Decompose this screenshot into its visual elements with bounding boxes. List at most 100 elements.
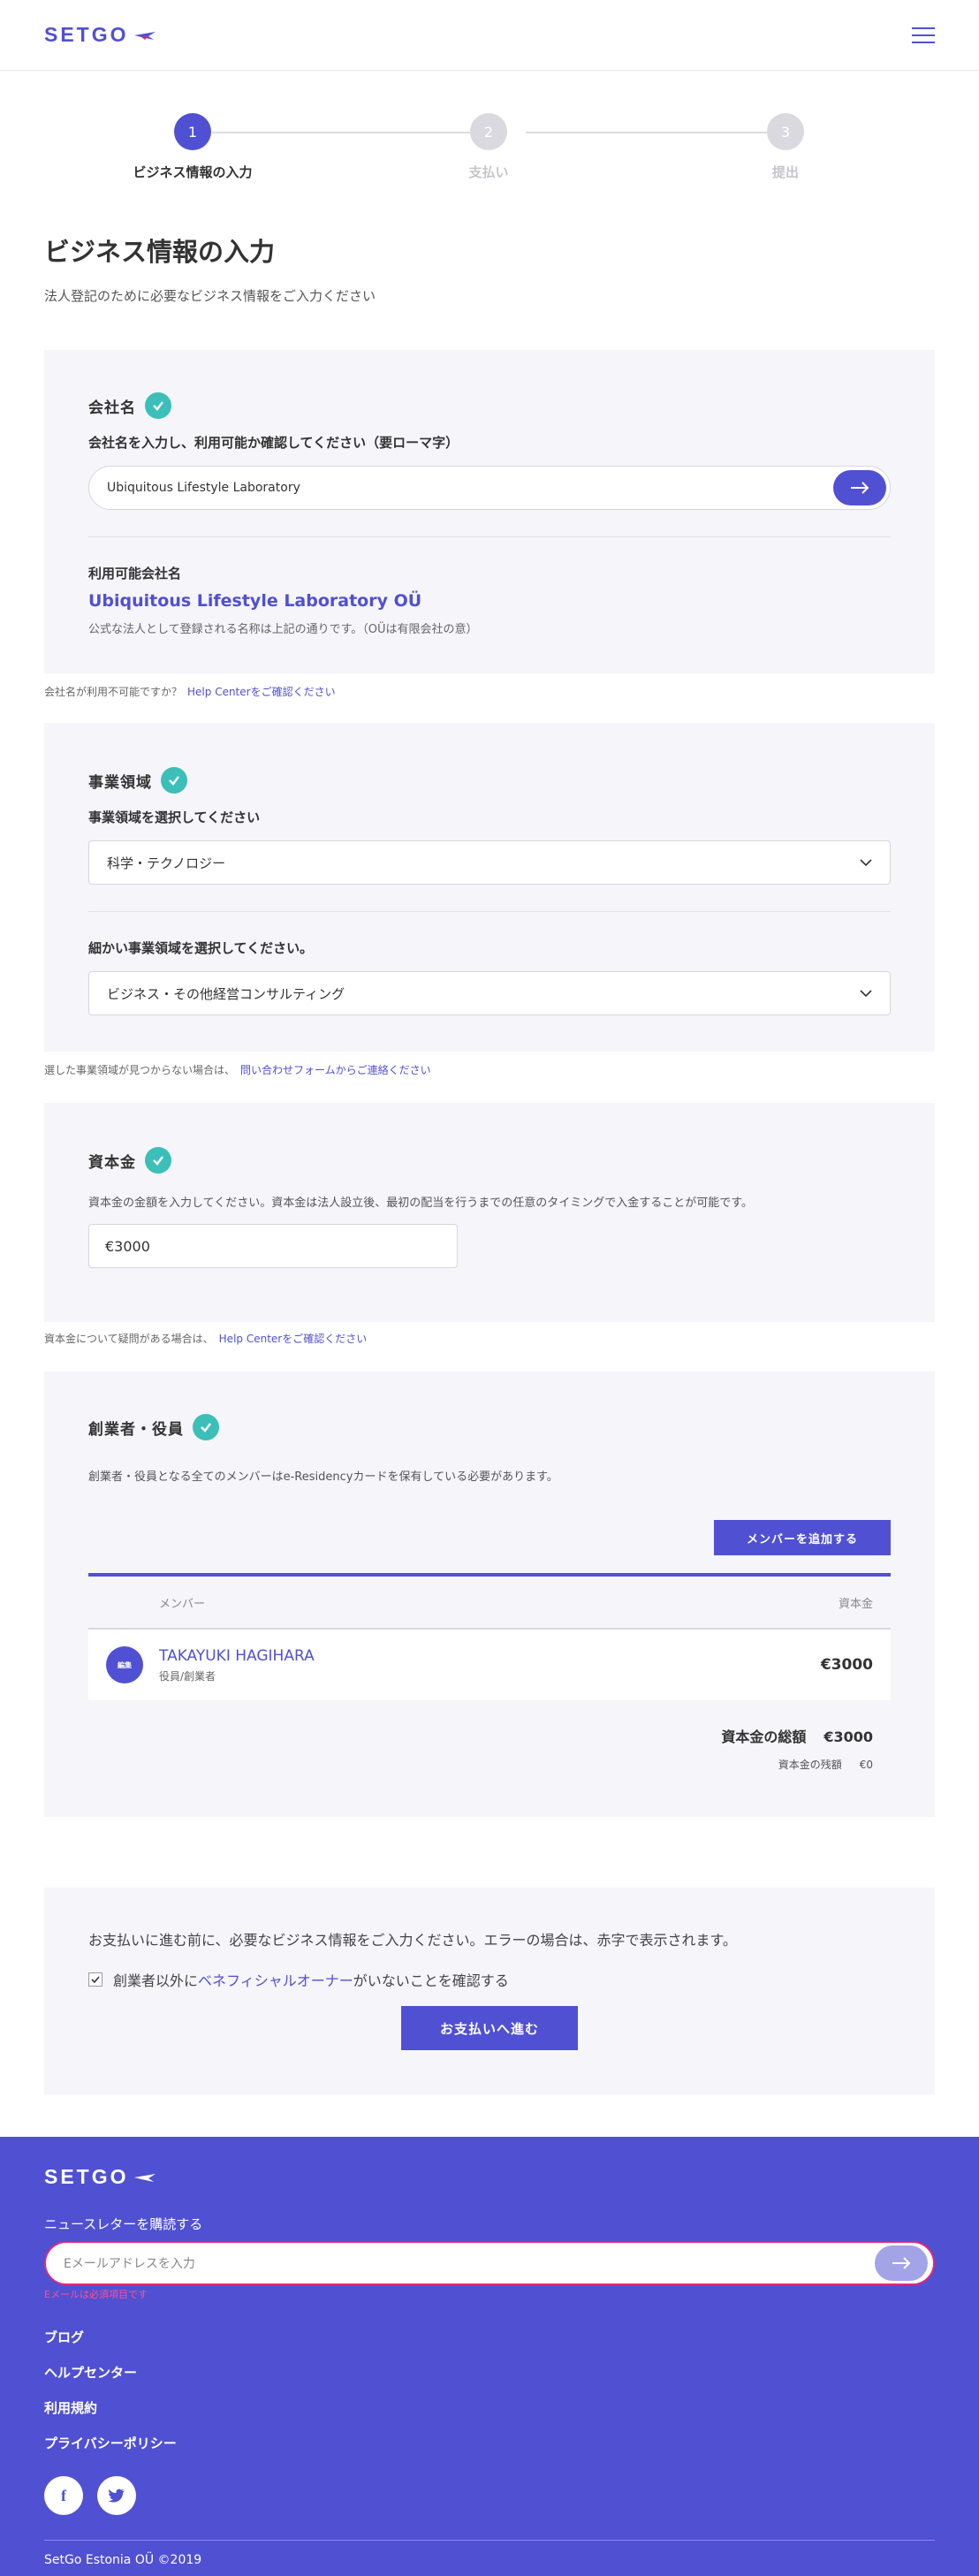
company-name-label: 会社名を入力し、利用可能か確認してください（要ローマ字） bbox=[88, 435, 459, 451]
table-header: メンバー 資本金 bbox=[88, 1577, 891, 1630]
capital-description: 資本金の金額を入力してください。資本金は法人設立後、最初の配当を行うまでの任意の… bbox=[88, 1197, 753, 1210]
arrow-right-icon bbox=[892, 2257, 911, 2269]
footer-link-blog[interactable]: ブログ bbox=[44, 2328, 84, 2346]
checkmark-icon bbox=[145, 392, 171, 419]
checkmark-icon bbox=[91, 1976, 100, 1984]
beneficial-owner-link[interactable]: ベネフィシャルオーナー bbox=[198, 1972, 353, 1989]
copyright: SetGo Estonia OÜ ©2019 bbox=[44, 2553, 202, 2567]
progress-steps: 1 ビジネス情報の入力 2 支払い 3 提出 bbox=[44, 71, 935, 186]
remaining-capital-label: 資本金の残額 bbox=[778, 1759, 842, 1771]
arrow-right-icon bbox=[851, 482, 869, 494]
contact-form-link[interactable]: 問い合わせフォームからご連絡ください bbox=[240, 1064, 431, 1076]
sub-business-field-select[interactable]: ビジネス・その他経営コンサルティング bbox=[88, 971, 891, 1015]
step-3: 3 提出 bbox=[688, 113, 883, 181]
confirm-text: お支払いに進む前に、必要なビジネス情報をご入力ください。エラーの場合は、赤字で表… bbox=[88, 1932, 737, 1949]
column-member: メンバー bbox=[159, 1597, 206, 1611]
company-name-panel: 会社名 会社名を入力し、利用可能か確認してください（要ローマ字） Ubiquit… bbox=[44, 350, 935, 673]
newsletter-email-input[interactable]: Eメールアドレスを入力 bbox=[44, 2241, 935, 2285]
email-placeholder: Eメールアドレスを入力 bbox=[64, 2257, 195, 2271]
step-2: 2 支払い bbox=[391, 113, 586, 181]
step-1: 1 ビジネス情報の入力 bbox=[95, 113, 290, 181]
footer-link-help[interactable]: ヘルプセンター bbox=[44, 2363, 137, 2382]
check-prefix: 創業者以外に bbox=[113, 1972, 199, 1989]
edit-avatar[interactable]: 編集 bbox=[106, 1646, 143, 1683]
add-member-button[interactable]: メンバーを追加する bbox=[714, 1520, 891, 1555]
capital-value: €3000 bbox=[105, 1237, 150, 1255]
facebook-icon[interactable]: f bbox=[44, 2476, 83, 2515]
step-label: ビジネス情報の入力 bbox=[133, 164, 253, 180]
newsletter-title: ニュースレターを購読する bbox=[44, 2216, 203, 2232]
help-text: 選した事業領域が見つからない場合は、 bbox=[44, 1064, 236, 1076]
capital-totals: 資本金の総額 €3000 資本金の残額 €0 bbox=[721, 1725, 873, 1772]
help-center-link[interactable]: Help Centerをご確認ください bbox=[219, 1333, 368, 1345]
capital-input[interactable]: €3000 bbox=[88, 1224, 458, 1268]
hamburger-icon[interactable] bbox=[912, 27, 935, 43]
business-help-line: 選した事業領域が見つからない場合は、 問い合わせフォームからご連絡ください bbox=[44, 1062, 431, 1077]
footer-divider bbox=[44, 2540, 935, 2541]
total-capital-value: €3000 bbox=[823, 1729, 873, 1745]
top-header: SETGO bbox=[0, 0, 979, 71]
sub-business-field-value: ビジネス・その他経営コンサルティング bbox=[107, 985, 345, 1002]
bird-icon bbox=[133, 2173, 156, 2182]
available-name: Ubiquitous Lifestyle Laboratory OÜ bbox=[88, 591, 422, 611]
email-error: Eメールは必須項目です bbox=[44, 2289, 148, 2300]
column-capital: 資本金 bbox=[838, 1597, 873, 1611]
step-number: 3 bbox=[767, 113, 804, 150]
step-label: 支払い bbox=[468, 164, 509, 180]
help-center-link[interactable]: Help Centerをご確認ください bbox=[187, 686, 336, 698]
logo-text: SETGO bbox=[44, 2165, 129, 2188]
capital-panel: 資本金 資本金の金額を入力してください。資本金は法人設立後、最初の配当を行うまで… bbox=[44, 1103, 935, 1322]
chevron-down-icon bbox=[860, 990, 872, 997]
checkmark-icon bbox=[161, 767, 187, 794]
company-name-value: Ubiquitous Lifestyle Laboratory bbox=[107, 481, 300, 495]
subscribe-button[interactable] bbox=[875, 2245, 928, 2281]
page: SETGO 1 ビジネス情報の入力 2 支払い 3 提出 ビジネス情報の入力 法… bbox=[0, 0, 979, 2576]
total-capital-label: 資本金の総額 bbox=[721, 1729, 807, 1745]
confirm-panel: お支払いに進む前に、必要なビジネス情報をご入力ください。エラーの場合は、赤字で表… bbox=[44, 1888, 935, 2094]
setgo-logo[interactable]: SETGO bbox=[44, 23, 157, 47]
section-title: 事業領域 bbox=[88, 773, 152, 792]
footer: SETGO ニュースレターを購読する Eメールアドレスを入力 Eメールは必須項目… bbox=[0, 2137, 979, 2576]
help-text: 資本金について疑問がある場合は、 bbox=[44, 1333, 214, 1345]
checkbox[interactable] bbox=[88, 1972, 102, 1987]
table-row[interactable]: 編集 TAKAYUKI HAGIHARA 役員/創業者 €3000 bbox=[88, 1630, 891, 1700]
available-name-note: 公式な法人として登録される名称は上記の通りです。（OÜは有限会社の意） bbox=[88, 623, 478, 636]
beneficial-owner-check[interactable]: 創業者以外にベネフィシャルオーナーがいないことを確認する bbox=[88, 1969, 891, 1990]
help-text: 会社名が利用不可能ですか？ bbox=[44, 686, 183, 698]
section-title: 会社名 bbox=[88, 399, 136, 417]
footer-link-terms[interactable]: 利用規約 bbox=[44, 2398, 97, 2417]
footer-link-privacy[interactable]: プライバシーポリシー bbox=[44, 2434, 177, 2452]
divider bbox=[88, 911, 891, 912]
page-title: ビジネス情報の入力 bbox=[44, 237, 276, 267]
company-name-input[interactable]: Ubiquitous Lifestyle Laboratory bbox=[88, 466, 891, 510]
remaining-capital-value: €0 bbox=[859, 1759, 873, 1771]
footer-logo[interactable]: SETGO bbox=[44, 2165, 157, 2189]
members-table: メンバー 資本金 編集 TAKAYUKI HAGIHARA 役員/創業者 €30… bbox=[88, 1573, 891, 1700]
founders-description: 創業者・役員となる全てのメンバーはe-Residencyカードを保有している必要… bbox=[88, 1470, 558, 1484]
chevron-down-icon bbox=[860, 859, 872, 866]
member-capital: €3000 bbox=[820, 1656, 873, 1674]
member-name[interactable]: TAKAYUKI HAGIHARA bbox=[159, 1647, 315, 1665]
divider bbox=[88, 536, 891, 537]
founders-panel: 創業者・役員 創業者・役員となる全てのメンバーはe-Residencyカードを保… bbox=[44, 1372, 935, 1817]
section-title: 資本金 bbox=[88, 1153, 136, 1172]
page-subtitle: 法人登記のために必要なビジネス情報をご入力ください bbox=[44, 288, 376, 304]
check-availability-button[interactable] bbox=[833, 470, 886, 505]
section-title: 創業者・役員 bbox=[88, 1420, 184, 1439]
step-number: 2 bbox=[470, 113, 507, 150]
checkmark-icon bbox=[193, 1414, 219, 1440]
sub-business-field-label: 細かい事業領域を選択してください。 bbox=[88, 940, 314, 956]
bird-icon bbox=[133, 31, 156, 40]
step-number: 1 bbox=[174, 113, 211, 150]
check-suffix: がいないことを確認する bbox=[353, 1972, 509, 1989]
logo-text: SETGO bbox=[44, 23, 129, 46]
twitter-icon[interactable] bbox=[97, 2476, 136, 2515]
step-label: 提出 bbox=[771, 164, 799, 180]
checkmark-icon bbox=[145, 1147, 171, 1174]
member-role: 役員/創業者 bbox=[159, 1669, 216, 1683]
business-field-select[interactable]: 科学・テクノロジー bbox=[88, 840, 891, 885]
business-field-value: 科学・テクノロジー bbox=[107, 855, 226, 871]
proceed-payment-button[interactable]: お支払いへ進む bbox=[401, 2006, 578, 2050]
available-name-label: 利用可能会社名 bbox=[88, 566, 182, 581]
business-field-panel: 事業領域 事業領域を選択してください 科学・テクノロジー 細かい事業領域を選択し… bbox=[44, 723, 935, 1052]
